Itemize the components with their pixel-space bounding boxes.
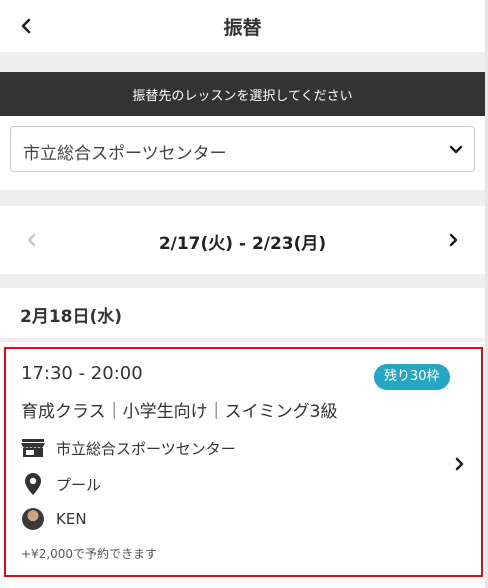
- place-row: プール: [20, 472, 101, 496]
- place-name: プール: [56, 475, 102, 494]
- section-gap: [0, 274, 485, 288]
- facility-select-value: 市立総合スポーツセンター: [23, 144, 227, 164]
- chevron-right-icon: [455, 457, 464, 471]
- map-pin-icon: [20, 472, 46, 496]
- instruction-banner: 振替先のレッスンを選択してください: [0, 72, 485, 116]
- coach-row: KEN: [20, 507, 87, 531]
- next-week-button[interactable]: [445, 232, 461, 248]
- store-icon: [20, 436, 46, 460]
- venue-row: 市立総合スポーツセンター: [20, 436, 236, 460]
- page-title: 振替: [223, 17, 262, 39]
- divider: [0, 338, 485, 342]
- app-header: 振替: [0, 0, 485, 52]
- week-range: 2/17(火) - 2/23(月): [158, 234, 327, 254]
- date-heading: 2月18日(水): [20, 307, 123, 327]
- price-note: +¥2,000で予約できます: [21, 547, 158, 561]
- section-gap: [0, 190, 485, 206]
- facility-select[interactable]: 市立総合スポーツセンター: [10, 126, 475, 172]
- coach-name: KEN: [56, 510, 87, 528]
- week-navigator: 2/17(火) - 2/23(月): [0, 206, 485, 274]
- lesson-card[interactable]: 17:30 - 20:00 残り30枠 育成クラス｜小学生向け｜スイミング3級 …: [4, 347, 483, 577]
- venue-name: 市立総合スポーツセンター: [56, 439, 236, 458]
- lesson-time: 17:30 - 20:00: [21, 363, 143, 384]
- section-gap: [0, 52, 485, 72]
- avatar: [22, 508, 44, 530]
- seats-remaining-badge: 残り30枠: [374, 364, 450, 390]
- chevron-down-icon: [449, 145, 463, 154]
- lesson-title: 育成クラス｜小学生向け｜スイミング3級: [21, 402, 338, 422]
